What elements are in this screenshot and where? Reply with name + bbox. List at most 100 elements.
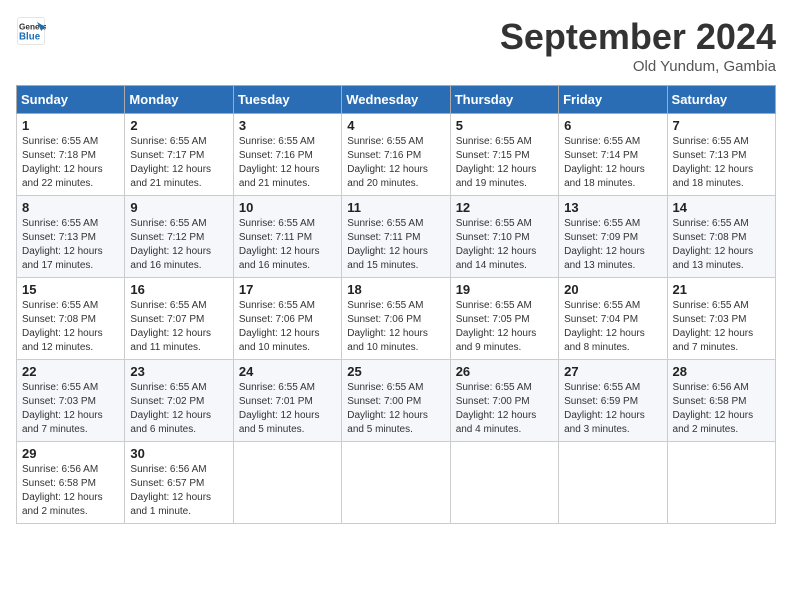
col-header-sunday: Sunday	[17, 86, 125, 114]
header: General Blue September 2024 Old Yundum, …	[16, 16, 776, 75]
day-info: Sunrise: 6:55 AM Sunset: 7:06 PM Dayligh…	[347, 299, 444, 355]
day-info: Sunrise: 6:55 AM Sunset: 7:02 PM Dayligh…	[130, 381, 227, 437]
day-info: Sunrise: 6:56 AM Sunset: 6:57 PM Dayligh…	[130, 463, 227, 519]
day-number: 13	[564, 200, 661, 215]
day-info: Sunrise: 6:55 AM Sunset: 7:03 PM Dayligh…	[22, 381, 119, 437]
calendar-cell	[450, 442, 558, 524]
calendar-cell: 4 Sunrise: 6:55 AM Sunset: 7:16 PM Dayli…	[342, 114, 450, 196]
day-info: Sunrise: 6:55 AM Sunset: 7:03 PM Dayligh…	[673, 299, 770, 355]
location: Old Yundum, Gambia	[500, 58, 776, 75]
calendar-cell: 17 Sunrise: 6:55 AM Sunset: 7:06 PM Dayl…	[233, 278, 341, 360]
day-number: 7	[673, 118, 770, 133]
day-info: Sunrise: 6:55 AM Sunset: 7:00 PM Dayligh…	[347, 381, 444, 437]
day-info: Sunrise: 6:55 AM Sunset: 7:16 PM Dayligh…	[347, 135, 444, 191]
day-number: 26	[456, 364, 553, 379]
month-title: September 2024	[500, 16, 776, 58]
day-number: 5	[456, 118, 553, 133]
calendar-cell: 29 Sunrise: 6:56 AM Sunset: 6:58 PM Dayl…	[17, 442, 125, 524]
day-number: 1	[22, 118, 119, 133]
day-number: 10	[239, 200, 336, 215]
col-header-saturday: Saturday	[667, 86, 775, 114]
day-info: Sunrise: 6:55 AM Sunset: 7:13 PM Dayligh…	[673, 135, 770, 191]
day-info: Sunrise: 6:55 AM Sunset: 7:05 PM Dayligh…	[456, 299, 553, 355]
col-header-friday: Friday	[559, 86, 667, 114]
day-info: Sunrise: 6:55 AM Sunset: 7:08 PM Dayligh…	[673, 217, 770, 273]
day-number: 6	[564, 118, 661, 133]
day-info: Sunrise: 6:55 AM Sunset: 7:15 PM Dayligh…	[456, 135, 553, 191]
day-info: Sunrise: 6:55 AM Sunset: 7:04 PM Dayligh…	[564, 299, 661, 355]
day-info: Sunrise: 6:55 AM Sunset: 7:07 PM Dayligh…	[130, 299, 227, 355]
day-info: Sunrise: 6:55 AM Sunset: 7:11 PM Dayligh…	[239, 217, 336, 273]
day-number: 8	[22, 200, 119, 215]
calendar-cell: 16 Sunrise: 6:55 AM Sunset: 7:07 PM Dayl…	[125, 278, 233, 360]
calendar-cell	[233, 442, 341, 524]
day-number: 18	[347, 282, 444, 297]
calendar-cell: 9 Sunrise: 6:55 AM Sunset: 7:12 PM Dayli…	[125, 196, 233, 278]
calendar-cell: 7 Sunrise: 6:55 AM Sunset: 7:13 PM Dayli…	[667, 114, 775, 196]
calendar-cell: 26 Sunrise: 6:55 AM Sunset: 7:00 PM Dayl…	[450, 360, 558, 442]
day-number: 9	[130, 200, 227, 215]
day-number: 17	[239, 282, 336, 297]
col-header-tuesday: Tuesday	[233, 86, 341, 114]
calendar-cell: 14 Sunrise: 6:55 AM Sunset: 7:08 PM Dayl…	[667, 196, 775, 278]
day-number: 2	[130, 118, 227, 133]
day-number: 3	[239, 118, 336, 133]
calendar-cell: 28 Sunrise: 6:56 AM Sunset: 6:58 PM Dayl…	[667, 360, 775, 442]
day-info: Sunrise: 6:55 AM Sunset: 7:06 PM Dayligh…	[239, 299, 336, 355]
title-section: September 2024 Old Yundum, Gambia	[500, 16, 776, 75]
day-info: Sunrise: 6:55 AM Sunset: 7:09 PM Dayligh…	[564, 217, 661, 273]
calendar-cell: 10 Sunrise: 6:55 AM Sunset: 7:11 PM Dayl…	[233, 196, 341, 278]
day-info: Sunrise: 6:55 AM Sunset: 6:59 PM Dayligh…	[564, 381, 661, 437]
calendar-cell: 13 Sunrise: 6:55 AM Sunset: 7:09 PM Dayl…	[559, 196, 667, 278]
calendar-cell: 21 Sunrise: 6:55 AM Sunset: 7:03 PM Dayl…	[667, 278, 775, 360]
calendar-cell: 24 Sunrise: 6:55 AM Sunset: 7:01 PM Dayl…	[233, 360, 341, 442]
calendar-cell: 12 Sunrise: 6:55 AM Sunset: 7:10 PM Dayl…	[450, 196, 558, 278]
day-info: Sunrise: 6:55 AM Sunset: 7:11 PM Dayligh…	[347, 217, 444, 273]
calendar-cell: 8 Sunrise: 6:55 AM Sunset: 7:13 PM Dayli…	[17, 196, 125, 278]
day-number: 16	[130, 282, 227, 297]
day-number: 22	[22, 364, 119, 379]
day-number: 25	[347, 364, 444, 379]
calendar-cell: 19 Sunrise: 6:55 AM Sunset: 7:05 PM Dayl…	[450, 278, 558, 360]
calendar-cell: 11 Sunrise: 6:55 AM Sunset: 7:11 PM Dayl…	[342, 196, 450, 278]
calendar-cell: 18 Sunrise: 6:55 AM Sunset: 7:06 PM Dayl…	[342, 278, 450, 360]
day-info: Sunrise: 6:55 AM Sunset: 7:18 PM Dayligh…	[22, 135, 119, 191]
day-number: 11	[347, 200, 444, 215]
calendar-cell	[342, 442, 450, 524]
day-number: 27	[564, 364, 661, 379]
day-number: 21	[673, 282, 770, 297]
day-info: Sunrise: 6:55 AM Sunset: 7:14 PM Dayligh…	[564, 135, 661, 191]
svg-text:Blue: Blue	[19, 31, 41, 42]
calendar-cell	[559, 442, 667, 524]
day-number: 28	[673, 364, 770, 379]
day-info: Sunrise: 6:55 AM Sunset: 7:17 PM Dayligh…	[130, 135, 227, 191]
calendar-cell: 23 Sunrise: 6:55 AM Sunset: 7:02 PM Dayl…	[125, 360, 233, 442]
col-header-monday: Monday	[125, 86, 233, 114]
day-number: 20	[564, 282, 661, 297]
calendar-cell: 25 Sunrise: 6:55 AM Sunset: 7:00 PM Dayl…	[342, 360, 450, 442]
calendar-cell: 3 Sunrise: 6:55 AM Sunset: 7:16 PM Dayli…	[233, 114, 341, 196]
calendar-table: SundayMondayTuesdayWednesdayThursdayFrid…	[16, 85, 776, 524]
day-info: Sunrise: 6:55 AM Sunset: 7:10 PM Dayligh…	[456, 217, 553, 273]
day-number: 4	[347, 118, 444, 133]
calendar-cell: 27 Sunrise: 6:55 AM Sunset: 6:59 PM Dayl…	[559, 360, 667, 442]
day-info: Sunrise: 6:55 AM Sunset: 7:16 PM Dayligh…	[239, 135, 336, 191]
day-number: 12	[456, 200, 553, 215]
col-header-wednesday: Wednesday	[342, 86, 450, 114]
day-info: Sunrise: 6:55 AM Sunset: 7:13 PM Dayligh…	[22, 217, 119, 273]
calendar-cell: 30 Sunrise: 6:56 AM Sunset: 6:57 PM Dayl…	[125, 442, 233, 524]
day-info: Sunrise: 6:55 AM Sunset: 7:00 PM Dayligh…	[456, 381, 553, 437]
day-number: 23	[130, 364, 227, 379]
day-number: 19	[456, 282, 553, 297]
day-number: 29	[22, 446, 119, 461]
calendar-cell: 2 Sunrise: 6:55 AM Sunset: 7:17 PM Dayli…	[125, 114, 233, 196]
day-number: 14	[673, 200, 770, 215]
day-info: Sunrise: 6:55 AM Sunset: 7:01 PM Dayligh…	[239, 381, 336, 437]
logo-icon: General Blue	[16, 16, 46, 46]
day-number: 24	[239, 364, 336, 379]
calendar-cell	[667, 442, 775, 524]
calendar-cell: 15 Sunrise: 6:55 AM Sunset: 7:08 PM Dayl…	[17, 278, 125, 360]
calendar-cell: 6 Sunrise: 6:55 AM Sunset: 7:14 PM Dayli…	[559, 114, 667, 196]
day-number: 30	[130, 446, 227, 461]
logo: General Blue	[16, 16, 46, 46]
